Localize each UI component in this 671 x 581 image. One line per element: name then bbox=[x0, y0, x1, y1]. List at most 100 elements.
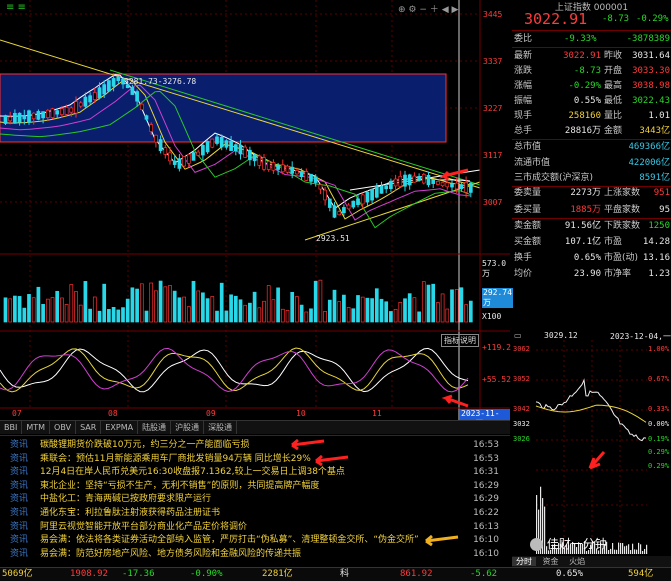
status-item: -5.62 bbox=[470, 569, 498, 579]
volume-bar bbox=[290, 291, 295, 323]
volume-bar bbox=[464, 304, 468, 323]
volume-bar bbox=[50, 297, 55, 323]
candle bbox=[398, 175, 403, 187]
volume-bar bbox=[219, 282, 224, 323]
tab-indicator-shengutong[interactable]: 深股通 bbox=[204, 421, 238, 434]
tab-indicator-sar[interactable]: SAR bbox=[76, 421, 102, 434]
volume-bar bbox=[299, 304, 304, 323]
candle bbox=[421, 174, 426, 184]
news-tag: 资讯 bbox=[10, 535, 29, 546]
news-item[interactable]: 资讯 碳酸锂期货价跌破10万元，约三分之一产能面临亏损 16:53 bbox=[0, 440, 505, 452]
volume-bar bbox=[468, 300, 473, 323]
news-headline[interactable]: 碳酸锂期货价跌破10万元，约三分之一产能面临亏损 bbox=[40, 440, 249, 452]
volume-bar bbox=[36, 286, 41, 323]
intraday-title-icon: ▭ bbox=[514, 331, 522, 340]
volume-bar bbox=[280, 308, 285, 323]
candle bbox=[163, 147, 168, 155]
ind-axis-mid: +55.52 bbox=[482, 375, 511, 384]
intraday-header-date: 2023-12-04,一 bbox=[610, 332, 671, 341]
tab-indicator-obv[interactable]: OBV bbox=[50, 421, 77, 434]
quote-label: 总市值 bbox=[514, 142, 542, 152]
news-time: 16:22 bbox=[473, 508, 499, 518]
volume-bar bbox=[224, 310, 229, 323]
tab-indicator-lugutong[interactable]: 陆股通 bbox=[138, 421, 172, 434]
volume-bar bbox=[257, 307, 262, 323]
quote-label: 换手 bbox=[514, 253, 533, 263]
quote-label-2: 下跌家数 bbox=[604, 221, 641, 231]
status-item: 861.92 bbox=[400, 569, 433, 579]
candle bbox=[276, 164, 280, 170]
quote-value-2: 95 bbox=[659, 205, 670, 215]
news-item[interactable]: 资讯 乘联会：预估11月新能源乘用车厂商批发销量94万辆 同比增长29% 16:53 bbox=[0, 454, 505, 466]
quote-value-2: 13.16 bbox=[642, 253, 670, 263]
indicator-help-button[interactable]: 指标说明 bbox=[441, 334, 479, 347]
quote-label-2: 最高 bbox=[604, 81, 623, 91]
intraday-volume-bar bbox=[640, 544, 642, 554]
candle bbox=[196, 151, 201, 156]
tab-indicator-bbi[interactable]: BBI bbox=[0, 421, 23, 434]
news-item[interactable]: 资讯 12月4日在岸人民币兑美元16:30收盘报7.1362,较上一交易日上调38… bbox=[0, 467, 505, 479]
volume-bar bbox=[342, 294, 346, 323]
tab-indicator-hugutong[interactable]: 沪股通 bbox=[171, 421, 205, 434]
settings-icon[interactable]: ⚙ bbox=[408, 5, 416, 15]
zoom-in-icon[interactable]: ＋ bbox=[430, 5, 439, 15]
zoom-out-icon[interactable]: − bbox=[419, 5, 427, 15]
news-headline[interactable]: 易会满：依法将各类证券活动全部纳入监管，严厉打击“伪私募”、清理整顿金交所、“伪… bbox=[40, 535, 419, 547]
crosshair-icon[interactable]: ⊕ bbox=[398, 5, 406, 15]
right-arrow-icon[interactable]: ▶ bbox=[451, 5, 458, 15]
quote-value: 23.90 bbox=[573, 269, 601, 279]
intraday-axis-right-0: 1.00% bbox=[648, 345, 670, 353]
volume-bar bbox=[332, 289, 337, 323]
candle bbox=[210, 138, 215, 148]
quote-row: 委卖量 2273万 上涨家数 951 bbox=[512, 186, 671, 201]
quote-value: 107.1亿 bbox=[564, 237, 601, 247]
volume-bar bbox=[233, 295, 238, 323]
candle bbox=[356, 198, 360, 206]
news-headline[interactable]: 東北企业：坚持“亏损不生产，无利不销售”的原则，共同提高牌产幅度 bbox=[40, 481, 319, 493]
tab-timeshare[interactable]: 分时 bbox=[512, 557, 536, 566]
candle bbox=[285, 165, 290, 173]
news-headline[interactable]: 中盐化工：青海两碱已按政府要求限产运行 bbox=[40, 494, 211, 506]
news-item[interactable]: 资讯 東北企业：坚持“亏损不生产，无利不销售”的原则，共同提高牌产幅度 16:29 bbox=[0, 481, 505, 493]
candle bbox=[191, 152, 196, 161]
volume-bar bbox=[69, 284, 74, 323]
volume-bar bbox=[111, 306, 116, 323]
volume-bar bbox=[210, 296, 215, 323]
news-headline[interactable]: 通化东宝：利拉鲁肽注射液获得药品注册证书 bbox=[40, 508, 220, 520]
quote-label-2: 市盈(动) bbox=[604, 253, 639, 263]
tab-flame[interactable]: 火焰 bbox=[565, 557, 589, 566]
tab-indicator-mtm[interactable]: MTM bbox=[22, 421, 51, 434]
left-arrow-icon[interactable]: ◀ bbox=[442, 5, 449, 15]
news-item[interactable]: 资讯 通化东宝：利拉鲁肽注射液获得药品注册证书 16:22 bbox=[0, 508, 505, 520]
quote-value: 0.65% bbox=[573, 253, 601, 263]
quote-value: 0.55% bbox=[573, 96, 601, 106]
volume-bar bbox=[55, 290, 60, 323]
indicator-line bbox=[0, 347, 469, 393]
intraday-chart-panel[interactable]: ▭ 3029.12 2023-12-04,一 3062 3052 3042 30… bbox=[512, 330, 671, 567]
candle bbox=[97, 87, 102, 99]
candle bbox=[262, 157, 266, 170]
news-item[interactable]: 资讯 中盐化工：青海两碱已按政府要求限产运行 16:29 bbox=[0, 494, 505, 506]
quote-value: 3022.91 bbox=[563, 51, 601, 61]
candle bbox=[154, 134, 158, 143]
month-label-11: 11 bbox=[372, 409, 382, 418]
volume-bar bbox=[379, 298, 384, 323]
news-item[interactable]: 资讯 阿里云视觉智能开放平台部分商业化产品定价将调价 16:13 bbox=[0, 522, 505, 534]
news-item[interactable]: 资讯 易会满：防范好房地产风险、地方债务风险和金融风险的传递共振 16:10 bbox=[0, 549, 505, 561]
news-headline[interactable]: 易会满：防范好房地产风险、地方债务风险和金融风险的传递共振 bbox=[40, 549, 301, 561]
intraday-volume-bar bbox=[616, 549, 618, 554]
intraday-volume-bar bbox=[608, 550, 610, 554]
tab-capital[interactable]: 资金 bbox=[539, 557, 563, 566]
news-headline[interactable]: 12月4日在岸人民币兑美元16:30收盘报7.1362,较上一交易日上调38个基… bbox=[40, 467, 345, 479]
tab-indicator-expma[interactable]: EXPMA bbox=[101, 421, 139, 434]
kline-chart[interactable] bbox=[0, 0, 510, 420]
kline-chart-panel[interactable]: ⊕ ⚙ − ＋ ◀ ▶ ≡ ≡ 3445 3337 3227 3117 3007… bbox=[0, 0, 513, 429]
news-headline[interactable]: 乘联会：预估11月新能源乘用车厂商批发销量94万辆 同比增长29% bbox=[40, 454, 311, 466]
news-headline[interactable]: 阿里云视觉智能开放平台部分商业化产品定价将调价 bbox=[40, 522, 247, 534]
volume-bar bbox=[92, 296, 97, 323]
volume-bar bbox=[450, 289, 454, 323]
arrow-icon bbox=[291, 438, 325, 451]
volume-bar bbox=[440, 293, 445, 323]
candle bbox=[389, 180, 393, 189]
volume-bar bbox=[323, 311, 327, 323]
